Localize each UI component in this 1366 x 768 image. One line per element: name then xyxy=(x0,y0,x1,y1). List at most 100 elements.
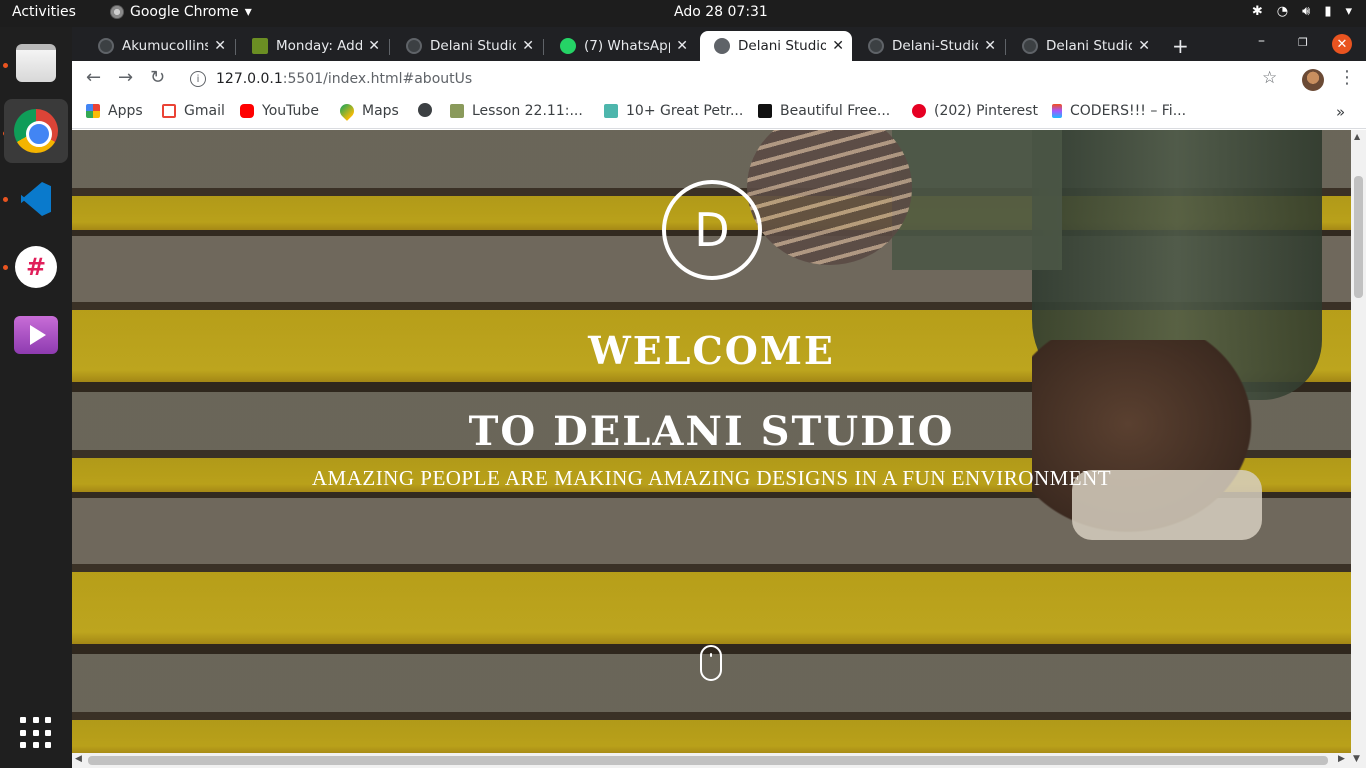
close-icon[interactable]: ✕ xyxy=(522,38,534,54)
tab-whatsapp[interactable]: (7) WhatsApp ✕ xyxy=(546,31,696,61)
files-launcher[interactable] xyxy=(4,31,68,95)
tab-monday[interactable]: Monday: Add ✕ xyxy=(238,31,388,61)
bookmark-pinterest[interactable]: (202) Pinterest xyxy=(912,103,1038,119)
video-player-icon xyxy=(14,316,58,354)
battery-icon[interactable]: ▮ xyxy=(1324,4,1331,19)
hero-heading: WELCOME xyxy=(588,328,835,373)
bookmark-petr[interactable]: 10+ Great Petr... xyxy=(604,103,743,119)
close-icon[interactable]: ✕ xyxy=(832,38,844,54)
bookmark-beautiful-free[interactable]: Beautiful Free... xyxy=(758,103,890,119)
apps-grid-icon xyxy=(86,104,100,118)
bookmarks-bar: Apps Gmail YouTube Maps Lesson 22.11:...… xyxy=(72,97,1366,129)
globe-icon xyxy=(714,38,730,54)
globe-icon xyxy=(1022,38,1038,54)
hero-tagline: AMAZING PEOPLE ARE MAKING AMAZING DESIGN… xyxy=(311,466,1112,490)
figma-icon xyxy=(1052,104,1062,118)
files-icon xyxy=(16,44,56,82)
horizontal-scroll-thumb[interactable] xyxy=(88,756,1328,765)
back-button[interactable]: ← xyxy=(86,67,101,88)
gmail-icon xyxy=(162,104,176,118)
whatsapp-icon xyxy=(560,38,576,54)
chevron-down-icon[interactable]: ▾ xyxy=(1345,4,1352,19)
new-tab-button[interactable]: + xyxy=(1172,34,1189,58)
close-icon[interactable]: ✕ xyxy=(984,38,996,54)
pinterest-icon xyxy=(912,104,926,118)
tab-akumucollins[interactable]: Akumucollins ✕ xyxy=(84,31,234,61)
slack-icon: # xyxy=(15,246,57,288)
volume-icon[interactable]: 🔊︎ xyxy=(1302,4,1310,19)
tree-icon xyxy=(252,38,268,54)
github-icon xyxy=(98,38,114,54)
app-menu-label: Google Chrome xyxy=(130,4,239,20)
tree-icon xyxy=(450,104,464,118)
minimize-button[interactable]: – xyxy=(1258,33,1265,49)
system-tray[interactable]: ✱ ◔ 🔊︎ ▮ ▾ xyxy=(1252,4,1352,19)
scroll-down-icon[interactable]: ▼ xyxy=(1353,754,1360,764)
globe-icon xyxy=(418,103,432,117)
chrome-icon xyxy=(14,109,58,153)
info-icon[interactable]: i xyxy=(190,71,206,87)
tab-delani-studio-3[interactable]: Delani Studio ✕ xyxy=(1008,31,1158,61)
hero-section: D WELCOME TO DELANI STUDIO AMAZING PEOPL… xyxy=(72,130,1351,755)
url-path: :5501/index.html#aboutUs xyxy=(282,71,473,87)
close-icon[interactable]: ✕ xyxy=(368,38,380,54)
tab-delani-studio-active[interactable]: Delani Studio ✕ xyxy=(700,31,852,61)
globe-icon xyxy=(406,38,422,54)
vertical-scrollbar[interactable]: ▲ xyxy=(1351,130,1366,755)
address-bar[interactable]: i 127.0.0.1:5501/index.html#aboutUs xyxy=(180,65,1292,93)
close-icon[interactable]: ✕ xyxy=(676,38,688,54)
clock[interactable]: Ado 28 07:31 xyxy=(674,4,768,20)
github-icon xyxy=(868,38,884,54)
chrome-launcher[interactable] xyxy=(4,99,68,163)
bookmark-globe[interactable] xyxy=(418,103,440,117)
close-icon[interactable]: ✕ xyxy=(214,38,226,54)
scroll-left-icon[interactable]: ◀ xyxy=(75,754,82,764)
youtube-icon xyxy=(240,104,254,118)
bookmark-coders[interactable]: CODERS!!! – Fi... xyxy=(1052,103,1186,119)
horizontal-scrollbar[interactable]: ◀ ▶ ▼ xyxy=(72,753,1366,768)
tab-delani-studio-github[interactable]: Delani-Studio ✕ xyxy=(854,31,1004,61)
app-menu[interactable]: Google Chrome ▾ xyxy=(110,4,252,20)
maximize-button[interactable]: ❐ xyxy=(1298,36,1308,49)
bookmark-lesson[interactable]: Lesson 22.11:... xyxy=(450,103,583,119)
bookmarks-overflow-icon[interactable]: » xyxy=(1336,103,1345,121)
bookmark-maps[interactable]: Maps xyxy=(337,101,399,121)
slack-launcher[interactable]: # xyxy=(4,235,68,299)
bookmark-gmail[interactable]: Gmail xyxy=(162,103,225,119)
close-icon[interactable]: ✕ xyxy=(1138,38,1150,54)
chevron-down-icon: ▾ xyxy=(244,4,252,20)
studio-logo[interactable]: D xyxy=(662,180,762,280)
tab-strip: Akumucollins ✕ Monday: Add ✕ Delani Stud… xyxy=(72,27,1366,61)
hero-subheading: TO DELANI STUDIO xyxy=(468,408,955,455)
unsplash-icon xyxy=(758,104,772,118)
vscode-icon xyxy=(15,178,57,220)
profile-avatar[interactable] xyxy=(1302,69,1324,91)
hero-photo-leg xyxy=(892,130,1062,270)
scroll-down-mouse-icon[interactable] xyxy=(700,645,722,681)
slack-tray-icon[interactable]: ✱ xyxy=(1252,4,1263,19)
show-applications-icon[interactable] xyxy=(20,717,52,749)
wifi-icon[interactable]: ◔ xyxy=(1277,4,1288,19)
chrome-menu-icon[interactable]: ⋮ xyxy=(1338,67,1356,88)
chrome-window: Akumucollins ✕ Monday: Add ✕ Delani Stud… xyxy=(72,27,1366,768)
window-close-button[interactable]: ✕ xyxy=(1332,34,1352,54)
scroll-up-icon[interactable]: ▲ xyxy=(1354,132,1360,141)
maps-icon xyxy=(337,101,357,121)
scroll-right-icon[interactable]: ▶ xyxy=(1338,754,1345,764)
bookmark-star-icon[interactable]: ☆ xyxy=(1262,68,1277,88)
reload-button[interactable]: ↻ xyxy=(150,67,165,88)
hero-photo-sole xyxy=(747,130,912,265)
d-icon xyxy=(604,104,618,118)
vertical-scroll-thumb[interactable] xyxy=(1354,176,1363,298)
vscode-launcher[interactable] xyxy=(4,167,68,231)
video-launcher[interactable] xyxy=(4,303,68,367)
tab-delani-studio-1[interactable]: Delani Studio ✕ xyxy=(392,31,542,61)
url-host: 127.0.0.1 xyxy=(216,71,283,87)
forward-button[interactable]: → xyxy=(118,67,133,88)
bookmark-youtube[interactable]: YouTube xyxy=(240,103,319,119)
dock: # xyxy=(0,27,72,768)
toolbar: ← → ↻ i 127.0.0.1:5501/index.html#aboutU… xyxy=(72,61,1366,97)
page-viewport: D WELCOME TO DELANI STUDIO AMAZING PEOPL… xyxy=(72,130,1351,755)
activities-button[interactable]: Activities xyxy=(12,4,76,20)
bookmark-apps[interactable]: Apps xyxy=(86,103,143,119)
